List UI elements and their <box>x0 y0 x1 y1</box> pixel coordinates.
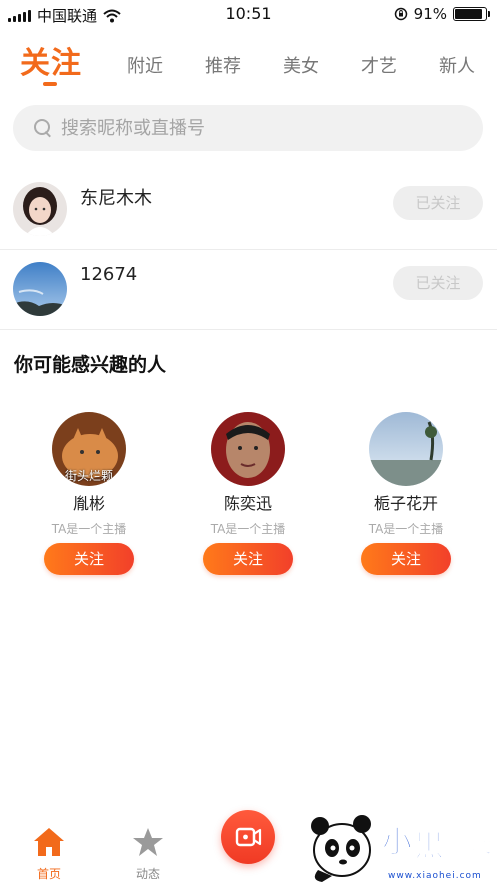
tab-recommend[interactable]: 推荐 <box>205 52 241 78</box>
nav-home-label: 首页 <box>36 867 61 881</box>
search-icon <box>33 118 53 138</box>
tab-beauty[interactable]: 美女 <box>283 52 319 78</box>
suggested-user-name: 栀子花开 <box>373 494 438 513</box>
followed-button[interactable]: 已关注 <box>393 186 483 220</box>
suggested-user-name: 陈奕迅 <box>223 494 272 513</box>
status-right: 91% <box>394 5 490 23</box>
search-bar[interactable] <box>13 105 483 151</box>
section-title: 你可能感兴趣的人 <box>14 354 167 376</box>
category-tabs: 关注 附近 推荐 美女 才艺 新人 <box>0 36 497 92</box>
avatar[interactable] <box>369 412 443 486</box>
site-watermark: 小 黑 游戏 www.xiaohei.com <box>302 810 497 883</box>
follow-button[interactable]: 关注 <box>203 543 293 575</box>
follow-button[interactable]: 关注 <box>44 543 134 575</box>
suggested-user-name: 胤彬 <box>72 494 105 513</box>
avatar[interactable] <box>13 182 67 236</box>
avatar-caption: 街头烂颗 <box>64 469 113 483</box>
follow-button[interactable]: 关注 <box>361 543 451 575</box>
followed-button[interactable]: 已关注 <box>393 266 483 300</box>
nav-home[interactable]: 首页 <box>19 826 79 882</box>
svg-text:小: 小 <box>382 825 412 860</box>
svg-text:www.xiaohei.com: www.xiaohei.com <box>388 871 482 881</box>
video-camera-icon <box>235 827 262 847</box>
user-name: 12674 <box>80 264 138 285</box>
suggested-user-desc: TA是一个主播 <box>368 522 444 536</box>
battery-icon <box>453 7 490 21</box>
tab-talent[interactable]: 才艺 <box>361 52 397 78</box>
nav-dynamics-label: 动态 <box>135 867 160 881</box>
avatar[interactable]: 街头烂颗 <box>52 412 126 486</box>
svg-text:黑: 黑 <box>414 829 444 864</box>
suggested-user-desc: TA是一个主播 <box>51 522 127 536</box>
suggested-user: 街头烂颗 胤彬 TA是一个主播 关注 <box>29 412 149 575</box>
tab-nearby[interactable]: 附近 <box>127 52 163 78</box>
avatar[interactable] <box>211 412 285 486</box>
start-live-button[interactable] <box>221 810 275 864</box>
nav-dynamics[interactable]: 动态 <box>118 826 178 882</box>
svg-text:游戏: 游戏 <box>448 832 492 858</box>
battery-percent: 91% <box>413 5 447 23</box>
list-item[interactable]: 东尼木木 已关注 <box>0 170 497 250</box>
status-bar: 中国联通 10:51 91% <box>0 0 497 28</box>
suggested-user-desc: TA是一个主播 <box>210 522 286 536</box>
rotation-lock-icon <box>394 7 407 21</box>
user-name: 东尼木木 <box>80 188 152 209</box>
star-icon <box>133 828 163 856</box>
suggested-user: 栀子花开 TA是一个主播 关注 <box>346 412 466 575</box>
suggested-user: 陈奕迅 TA是一个主播 关注 <box>188 412 308 575</box>
tab-follow[interactable]: 关注 <box>20 38 82 82</box>
tab-newcomer[interactable]: 新人 <box>439 52 475 78</box>
list-item[interactable]: 12674 已关注 <box>0 250 497 330</box>
active-tab-indicator <box>43 82 57 86</box>
home-icon <box>34 828 64 856</box>
battery-level <box>455 9 483 19</box>
avatar[interactable] <box>13 262 67 316</box>
search-input[interactable] <box>61 117 441 139</box>
